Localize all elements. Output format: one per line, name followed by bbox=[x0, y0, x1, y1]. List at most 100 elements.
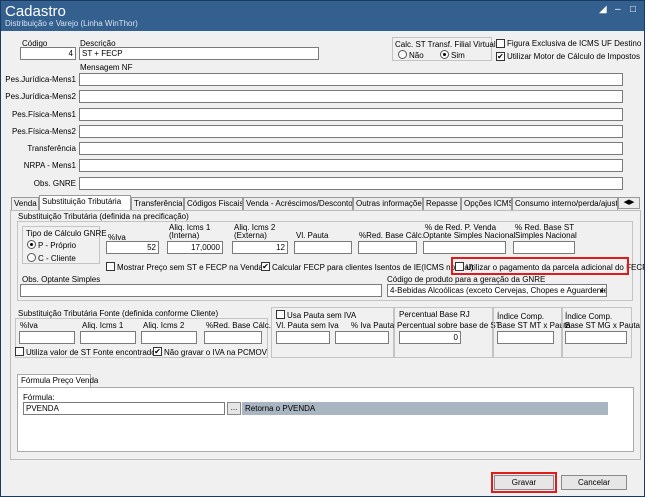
perc-base-rj-input[interactable]: 0 bbox=[399, 331, 461, 344]
codigo-input[interactable]: 4 bbox=[20, 47, 76, 60]
message-label: Obs. GNRE bbox=[33, 179, 76, 188]
message-label: Transferência bbox=[27, 144, 76, 153]
cadastro-window: Cadastro Distribuição e Varejo (Linha Wi… bbox=[0, 0, 645, 497]
indice-mg-sublabel: Base ST MG x Pauta bbox=[565, 321, 640, 330]
fonte-red-base-input[interactable] bbox=[204, 331, 262, 344]
usa-pauta-label: Usa Pauta sem IVA bbox=[287, 311, 357, 320]
vl-pauta-sem-iva-input[interactable] bbox=[276, 331, 330, 344]
utilizar-parcela-checkbox[interactable] bbox=[455, 262, 464, 271]
utilizar-motor-checkbox[interactable]: ✔ bbox=[496, 52, 505, 61]
iva-input[interactable]: 52 bbox=[106, 241, 159, 254]
nao-radio[interactable] bbox=[398, 50, 407, 59]
utilizar-parcela-label: Utilizar o pagamento da parcela adiciona… bbox=[466, 263, 645, 272]
red-venda-input[interactable] bbox=[423, 241, 506, 254]
vl-pauta-sem-iva-label: Vl. Pauta sem Iva bbox=[276, 321, 339, 330]
nao-gravar-label: Não gravar o IVA na PCMOV bbox=[164, 348, 268, 357]
perc-base-rj-label: Percentual Base RJ bbox=[399, 310, 470, 319]
p-proprio-label: P - Próprio bbox=[38, 241, 77, 250]
tab-substituicao-tributaria[interactable]: Substituição Tributária bbox=[39, 195, 131, 210]
message-label: Pes.Física-Mens1 bbox=[11, 110, 76, 119]
tab-consumo-interno[interactable]: Consumo interno/perda/ajuste bbox=[512, 197, 618, 210]
vl-pauta-input[interactable] bbox=[294, 241, 352, 254]
message-label: Pes.Física-Mens2 bbox=[11, 127, 76, 136]
pes-fisica-mens1-input[interactable] bbox=[79, 108, 623, 121]
indice-mg-group: Índice Comp. Base ST MG x Pauta bbox=[562, 307, 640, 358]
formula-input[interactable]: PVENDA bbox=[23, 402, 225, 415]
tab-venda-acrescimos[interactable]: Venda - Acréscimos/Descontos bbox=[243, 197, 353, 210]
fonte-aliq1-label: Aliq. Icms 1 bbox=[82, 321, 124, 330]
indice-mt-input[interactable] bbox=[497, 331, 554, 344]
obs-optante-input[interactable] bbox=[20, 284, 382, 297]
aliq2-input[interactable]: 12 bbox=[232, 241, 288, 254]
tipo-calculo-label: Tipo de Cálculo GNRE bbox=[26, 229, 107, 238]
formula-label: Fórmula: bbox=[23, 393, 55, 402]
tipo-calculo-group: Tipo de Cálculo GNRE P - Próprio C - Cli… bbox=[22, 226, 107, 264]
fonte-iva-input[interactable] bbox=[19, 331, 75, 344]
p-proprio-radio[interactable] bbox=[27, 240, 36, 249]
tab-formula-preco-venda[interactable]: Fórmula Preço Venda bbox=[17, 374, 98, 387]
fonte-aliq1-input[interactable] bbox=[80, 331, 136, 344]
usa-pauta-checkbox[interactable] bbox=[276, 310, 285, 319]
red-venda-sublabel: Optante Simples Nacional bbox=[423, 231, 516, 240]
pes-juridica-mens2-input[interactable] bbox=[79, 90, 623, 103]
mensagem-nf-label: Mensagem NF bbox=[80, 63, 133, 72]
transferencia-input[interactable] bbox=[79, 142, 623, 155]
nrpa-mens1-input[interactable] bbox=[79, 159, 623, 172]
red-st-input[interactable] bbox=[513, 241, 575, 254]
obs-gnre-input[interactable] bbox=[79, 177, 623, 190]
perc-base-rj-sublabel: Percentual sobre base de ST bbox=[397, 321, 501, 330]
calc-st-group: Calc. ST Transf. Filial Virtual Não Sim bbox=[392, 37, 496, 61]
window-title: Cadastro bbox=[5, 3, 66, 20]
figura-exclusiva-label: Figura Exclusiva de ICMS UF Destino bbox=[507, 39, 642, 48]
sim-label: Sim bbox=[451, 51, 465, 60]
tab-repasse[interactable]: Repasse bbox=[423, 197, 461, 210]
fonte-aliq2-label: Aliq. Icms 2 bbox=[143, 321, 185, 330]
message-label: NRPA - Mens1 bbox=[23, 161, 76, 170]
fonte-aliq2-input[interactable] bbox=[141, 331, 197, 344]
indice-mt-group: Índice Comp. Base ST MT x Pauta bbox=[493, 307, 571, 358]
sim-radio[interactable] bbox=[440, 50, 449, 59]
tab-strip: Venda Substituição Tributária Transferên… bbox=[6, 195, 642, 210]
tab-scroll-arrows-icon[interactable]: ◀▶ bbox=[618, 197, 640, 209]
mostrar-preco-label: Mostrar Preço sem ST e FECP na Venda bbox=[117, 263, 263, 272]
tab-outras-informacoes[interactable]: Outras informações bbox=[353, 197, 423, 210]
descricao-input[interactable]: ST + FECP bbox=[79, 47, 319, 60]
obs-optante-label: Obs. Optante Simples bbox=[22, 275, 101, 284]
calcular-fecp-checkbox[interactable]: ✔ bbox=[261, 262, 270, 271]
red-base-input[interactable] bbox=[358, 241, 417, 254]
tab-venda[interactable]: Venda bbox=[11, 197, 39, 210]
retorna-display: Retorna o PVENDA bbox=[242, 402, 608, 415]
maximize-icon[interactable]: □ bbox=[630, 5, 636, 15]
iva-pauta-input[interactable] bbox=[335, 331, 389, 344]
pes-juridica-mens1-input[interactable] bbox=[79, 73, 623, 86]
indice-mt-label: Índice Comp. bbox=[497, 312, 545, 321]
formula-panel bbox=[17, 387, 634, 452]
codigo-produto-select[interactable]: 4-Bebidas Alcoólicas (exceto Cervejas, C… bbox=[387, 284, 607, 297]
utiliza-valor-checkbox[interactable] bbox=[15, 347, 24, 356]
vl-pauta-label: Vl. Pauta bbox=[296, 231, 329, 240]
calc-st-label: Calc. ST Transf. Filial Virtual bbox=[395, 40, 496, 49]
gravar-button[interactable]: Gravar bbox=[494, 475, 554, 490]
fonte-iva-label: %Iva bbox=[20, 321, 38, 330]
minimize-icon[interactable]: – bbox=[615, 5, 621, 15]
pes-fisica-mens2-input[interactable] bbox=[79, 125, 623, 138]
c-cliente-radio[interactable] bbox=[27, 253, 36, 262]
tab-transferencia[interactable]: Transferência bbox=[131, 197, 184, 210]
aliq1-input[interactable]: 17,0000 bbox=[167, 241, 223, 254]
nao-gravar-checkbox[interactable]: ✔ bbox=[153, 347, 162, 356]
mostrar-preco-checkbox[interactable] bbox=[106, 262, 115, 271]
fonte-red-base-label: %Red. Base Cálc. bbox=[206, 321, 271, 330]
tab-opcoes-icms[interactable]: Opções ICMS bbox=[461, 197, 512, 210]
indice-mg-input[interactable] bbox=[565, 331, 627, 344]
chevron-down-icon: ▼ bbox=[599, 289, 605, 295]
tab-codigos-fiscais[interactable]: Códigos Fiscais bbox=[184, 197, 243, 210]
figura-exclusiva-checkbox[interactable] bbox=[496, 39, 505, 48]
window-subtitle: Distribuição e Varejo (Linha WinThor) bbox=[5, 19, 138, 28]
cancelar-button[interactable]: Cancelar bbox=[561, 475, 627, 490]
restore-icon[interactable]: ◢ bbox=[599, 5, 607, 15]
red-st-sublabel: Simples Nacional bbox=[515, 231, 577, 240]
utilizar-motor-label: Utilizar Motor de Cálculo de Impostos bbox=[507, 52, 640, 61]
title-bar: Cadastro Distribuição e Varejo (Linha Wi… bbox=[1, 1, 644, 31]
fonte-group-title: Substituição Tributária Fonte (definida … bbox=[18, 309, 219, 318]
formula-ellipsis-button[interactable]: ... bbox=[227, 402, 241, 415]
